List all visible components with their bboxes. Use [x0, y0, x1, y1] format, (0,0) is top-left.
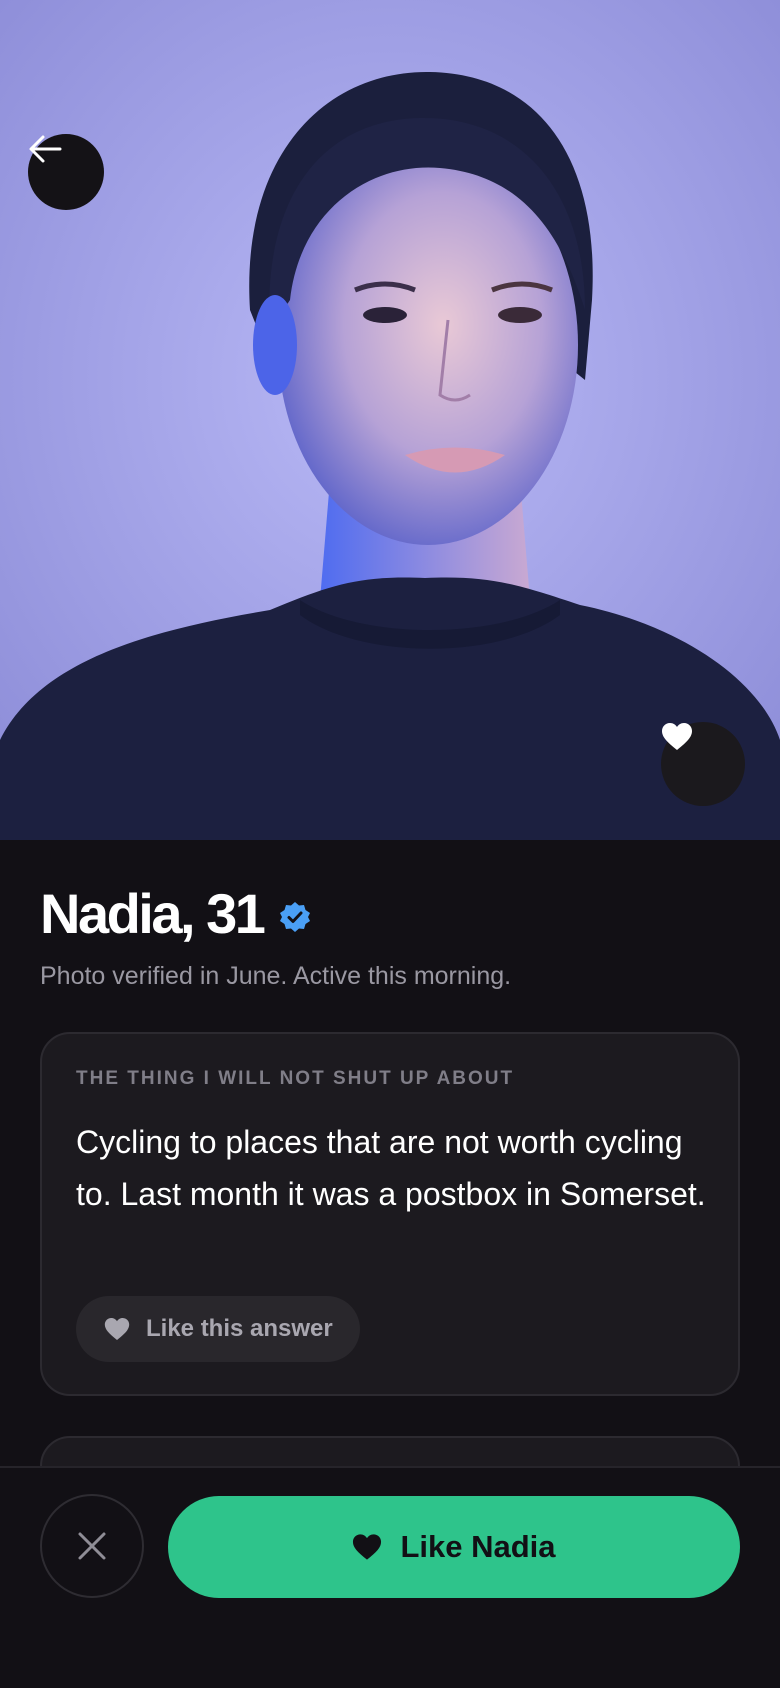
like-answer-label: Like this answer	[146, 1315, 333, 1342]
profile-photo[interactable]	[0, 0, 780, 840]
prompt-label: THE THING I WILL NOT SHUT UP ABOUT	[76, 1068, 515, 1089]
profile-screen: Nadia, 31 Photo verified in June. Active…	[0, 0, 780, 1688]
heart-icon	[353, 1534, 382, 1560]
like-profile-button[interactable]: Like Nadia	[168, 1496, 740, 1598]
heart-icon	[104, 1318, 130, 1340]
pass-button[interactable]	[40, 1494, 144, 1598]
action-bar: Like Nadia	[0, 1466, 780, 1688]
like-answer-button[interactable]: Like this answer	[76, 1296, 360, 1362]
prompt-card: THE THING I WILL NOT SHUT UP ABOUT Cycli…	[40, 1032, 740, 1396]
like-profile-label: Like Nadia	[400, 1529, 556, 1564]
name-row: Nadia, 31	[40, 884, 311, 944]
profile-status: Photo verified in June. Active this morn…	[40, 962, 512, 990]
portrait-illustration	[0, 0, 780, 840]
verified-badge-icon	[280, 902, 311, 932]
heart-icon	[662, 723, 692, 750]
profile-name: Nadia, 31	[40, 882, 266, 945]
prompt-answer: Cycling to places that are not worth cyc…	[76, 1124, 706, 1212]
back-button[interactable]	[28, 134, 104, 210]
like-photo-button[interactable]	[661, 722, 745, 806]
arrow-left-icon	[29, 135, 62, 163]
close-icon	[78, 1532, 106, 1560]
